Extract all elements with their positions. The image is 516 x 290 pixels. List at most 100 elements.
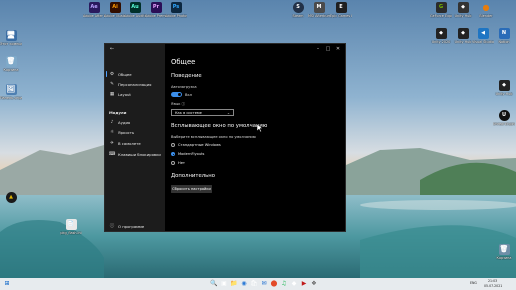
desktop-icon-blender[interactable]: ● Blender <box>475 2 497 18</box>
illustrator-icon: Ai <box>109 2 121 13</box>
nav-item-layout[interactable]: ▦ Layout <box>109 90 163 98</box>
airplane-icon: ✈ <box>110 140 114 146</box>
recycle-bin-icon: 🗑 <box>5 56 17 67</box>
desktop-icon-illustrator[interactable]: Ai Adobe Illustrator <box>104 2 126 18</box>
settings-window: ← ⚙ Общее ✎ Персонализация ▦ Layout Моду… <box>104 43 346 232</box>
clock-date[interactable]: 05.07.2021 <box>484 284 502 288</box>
section-extra-title: Дополнительно <box>171 173 215 179</box>
desktop-icon-label: Adobe Audition <box>124 14 146 18</box>
desktop-icon-label: Notion <box>498 40 510 44</box>
desktop-icon-unreal[interactable]: U Unreal Engine <box>493 110 515 126</box>
warning-triangle-icon: ▲ <box>5 192 17 203</box>
desktop-icon-premiere[interactable]: Pr Adobe Premiere Pro <box>145 2 167 18</box>
blender-icon: ● <box>482 3 490 12</box>
file-explorer-icon[interactable]: 📁 <box>230 280 238 288</box>
desktop-icon-unity-2020[interactable]: ◆ Unity 2020 <box>430 28 452 44</box>
desktop-icon-label: Blender <box>479 14 493 18</box>
nav-item-label: О программе <box>118 223 145 229</box>
close-button[interactable]: ✕ <box>333 46 343 53</box>
video-icon[interactable]: ▶ <box>300 280 308 288</box>
app-icon[interactable]: ❖ <box>310 280 318 288</box>
desktop-icon-vscode[interactable]: ◀ Visual Studio Code <box>472 28 494 44</box>
audition-icon: Au <box>129 2 141 13</box>
start-button[interactable]: ⊞ <box>3 280 11 288</box>
radio-standard-windows[interactable]: Стандартные Windows <box>171 143 221 147</box>
minimize-button[interactable]: – <box>313 46 323 53</box>
music-icon[interactable]: ♫ <box>280 280 288 288</box>
nav-item-lock-keys[interactable]: ⌨ Клавиши блокировки <box>109 150 163 158</box>
desktop-icon-label: Unity 2020 <box>431 40 451 44</box>
desktop-icon-this-pc[interactable]: 🖥 Этот компьютер <box>0 30 22 46</box>
desktop-icon-control-panel[interactable]: 🖼 Панель управления <box>0 84 22 100</box>
popup-hint: Выберите всплывающее окно по умолчанию <box>171 135 256 139</box>
desktop-icon-unity-hub-2[interactable]: ◆ Unity Hub <box>452 28 474 44</box>
desktop-icon-audition[interactable]: Au Adobe Audition <box>124 2 146 18</box>
radio-modernflyouts[interactable]: ModernFlyouts <box>171 152 204 156</box>
control-panel-icon: 🖼 <box>5 84 17 95</box>
language-dropdown[interactable]: Как в системе ⌄ <box>171 109 234 116</box>
unity-icon: ◆ <box>498 80 510 91</box>
unity-taskbar-icon[interactable]: ◆ <box>290 280 298 288</box>
desktop-icon-recycle-bin-right[interactable]: 🗑 Корзина <box>493 244 515 260</box>
nav-item-label: Layout <box>118 91 131 97</box>
nav-item-label: В самолете <box>118 140 141 146</box>
desktop-icon-label: pkg_flash.ini <box>60 231 82 235</box>
keyboard-icon: ⌨ <box>109 151 116 157</box>
after-effects-icon: Ae <box>88 2 100 13</box>
desktop-icon-steam[interactable]: S Steam <box>287 2 309 18</box>
desktop-icon-label: Adobe Illustrator <box>104 14 126 18</box>
layout-icon: ▦ <box>109 91 115 97</box>
chrome-icon[interactable]: ⬤ <box>270 280 278 288</box>
search-icon[interactable]: 🔍 <box>210 280 218 288</box>
nav-item-general[interactable]: ⚙ Общее <box>106 70 163 78</box>
back-button[interactable]: ← <box>107 46 117 53</box>
nav-item-brightness[interactable]: ☼ Яркость <box>109 128 163 136</box>
unity-icon: ◆ <box>435 28 447 39</box>
section-popup-title: Всплывающее окно по умолчанию <box>171 123 268 129</box>
autostart-toggle[interactable] <box>171 92 182 97</box>
afterburner-icon: M <box>313 2 325 13</box>
desktop-icon-label: Adobe Photoshop <box>165 14 187 18</box>
desktop-icon-recycle-bin[interactable]: 🗑 Корзина <box>0 56 22 72</box>
nav-item-audio[interactable]: ♪ Аудио <box>109 118 163 126</box>
reset-settings-button[interactable]: Сбросить настройки <box>171 185 212 193</box>
vscode-icon: ◀ <box>477 28 489 39</box>
desktop-icon-app[interactable]: ▲ <box>0 192 22 204</box>
clock-time[interactable]: 21:03 <box>488 279 497 283</box>
nav-item-label: Аудио <box>118 119 131 125</box>
mouse-cursor <box>257 124 263 132</box>
nav-item-about[interactable]: ⓘ О программе <box>109 222 163 230</box>
page-title: Общее <box>171 58 196 66</box>
store-icon[interactable]: 🛍 <box>250 280 258 288</box>
toggle-knob <box>178 93 181 96</box>
desktop-icon-unity-hub-3[interactable]: ◆ Unity Hub <box>493 80 515 96</box>
autostart-state: Вкл <box>185 93 192 97</box>
desktop-icon-unity-hub[interactable]: ◆ Unity Hub <box>452 2 474 18</box>
mail-icon[interactable]: ✉ <box>260 280 268 288</box>
nav-item-airplane[interactable]: ✈ В самолете <box>109 139 163 147</box>
desktop-icon-epic[interactable]: E Epic Games Launcher <box>330 2 352 18</box>
desktop-icon-label: Панель управления <box>0 96 22 100</box>
radio-label: Нет <box>178 161 186 165</box>
navigation-pane: ← ⚙ Общее ✎ Персонализация ▦ Layout Моду… <box>105 44 165 231</box>
desktop-icon-label: Steam <box>292 14 304 18</box>
desktop-icon-notion[interactable]: N Notion <box>493 28 515 44</box>
desktop-icon-label: Unity Hub <box>454 14 472 18</box>
desktop-icon-afterburner[interactable]: M MSI Afterburner <box>308 2 330 18</box>
gear-icon: ⚙ <box>109 71 115 77</box>
desktop-icon-photoshop[interactable]: Ps Adobe Photoshop <box>165 2 187 18</box>
nav-item-personalization[interactable]: ✎ Персонализация <box>109 80 163 88</box>
info-icon: ⓘ <box>109 224 115 229</box>
steam-icon: S <box>292 2 304 13</box>
desktop-icon-geforce[interactable]: G GeForce Experience <box>430 2 452 18</box>
desktop-icon-label: Корзина <box>3 68 19 72</box>
maximize-button[interactable]: □ <box>323 46 333 53</box>
radio-none[interactable]: Нет <box>171 161 185 165</box>
desktop-icon-file[interactable]: 📄 pkg_flash.ini <box>60 219 82 235</box>
desktop-icon-label: Unity Hub <box>454 40 472 44</box>
recycle-bin-icon: 🗑 <box>498 244 510 255</box>
language-indicator[interactable]: ENG <box>470 281 477 285</box>
edge-icon[interactable]: ◉ <box>240 280 248 288</box>
desktop-icon-after-effects[interactable]: Ae Adobe After Effects <box>83 2 105 18</box>
task-view-icon[interactable]: ▣ <box>220 280 228 288</box>
